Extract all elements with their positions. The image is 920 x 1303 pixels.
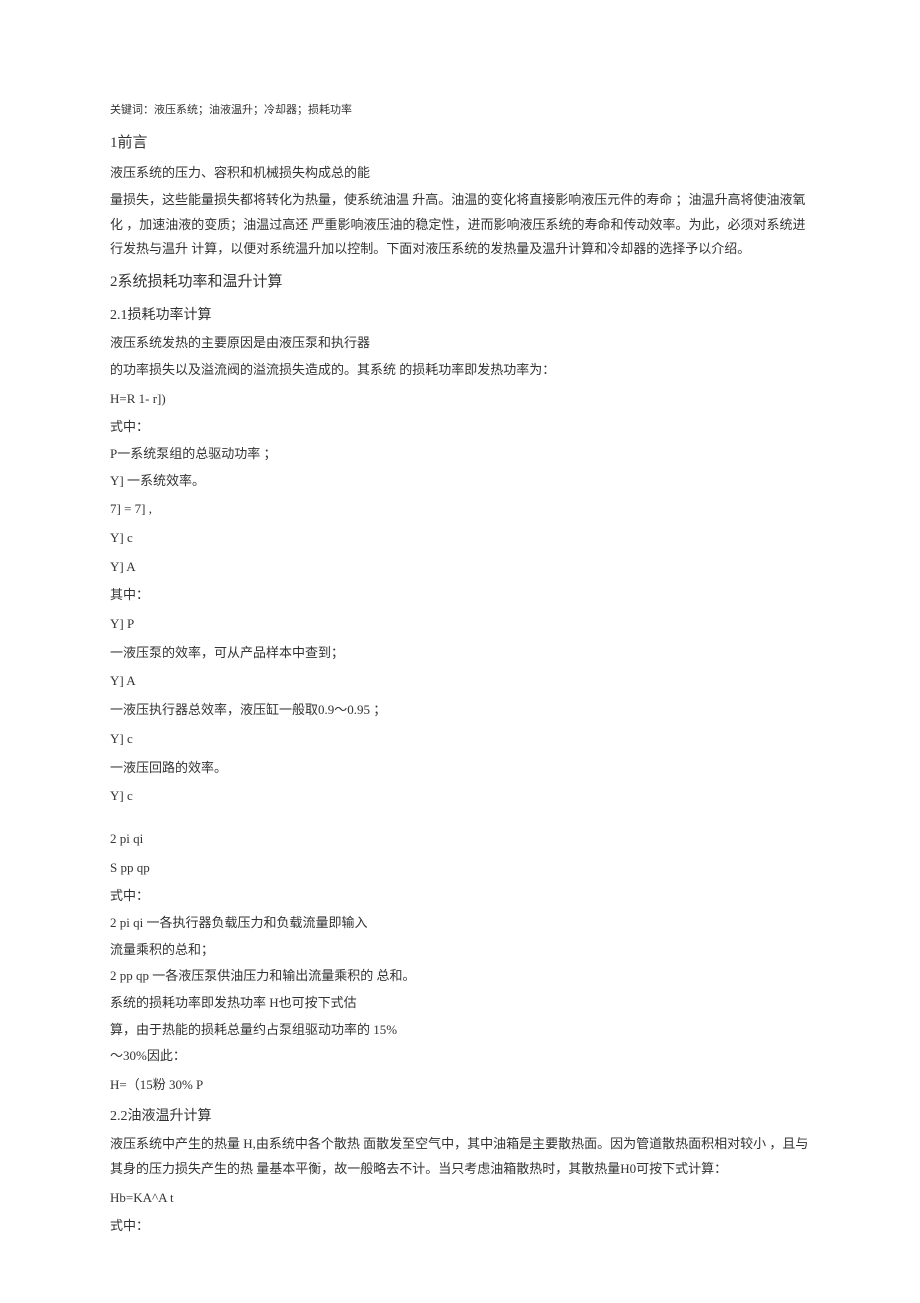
s21-f9: Y] P: [110, 612, 810, 637]
s21-p4: 算，由于热能的损耗总量约占泵组驱动功率的 15%: [110, 1018, 810, 1043]
s21-f17: S pp qp: [110, 856, 810, 881]
s21-f14: 一液压回路的效率。: [110, 756, 810, 781]
s21-f12: 一液压执行器总效率，液压缸一般取0.9〜0.95 ；: [110, 698, 810, 723]
section-2-1-title: 2.1损耗功率计算: [110, 303, 810, 330]
s21-f16: 2 pi qi: [110, 827, 810, 852]
s21-f8: 其中：: [110, 583, 810, 608]
section-1-title: 1前言: [110, 129, 810, 158]
s21-p3: 系统的损耗功率即发热功率 H也可按下式估: [110, 991, 810, 1016]
s21-f7: Y] A: [110, 555, 810, 580]
keywords-line: 关键词：液压系统；油液温升；冷却器；损耗功率: [110, 100, 810, 121]
s21-f3: P一系统泵组的总驱动功率 ；: [110, 442, 810, 467]
s21-f11: Y] A: [110, 669, 810, 694]
s22-f2: 式中：: [110, 1214, 810, 1239]
s21-f20: 流量乘积的总和；: [110, 938, 810, 963]
s21-f4: Y] 一系统效率。: [110, 469, 810, 494]
section-1-p1: 液压系统的压力、容积和机械损失构成总的能: [110, 161, 810, 186]
s21-f10: 一液压泵的效率，可从产品样本中查到；: [110, 641, 810, 666]
spacer: [110, 813, 810, 823]
s21-p5: 〜30%因此：: [110, 1044, 810, 1069]
s21-f1: H=R 1- r]): [110, 387, 810, 412]
s21-f18: 式中：: [110, 884, 810, 909]
s22-f1: Hb=KA^A t: [110, 1186, 810, 1211]
s21-p2: 的功率损失以及溢流阀的溢流损失造成的。其系统 的损耗功率即发热功率为：: [110, 358, 810, 383]
s22-p1: 液压系统中产生的热量 H,由系统中各个散热 面散发至空气中，其中油箱是主要散热面…: [110, 1132, 810, 1181]
s21-f21: 2 pp qp 一各液压泵供油压力和输出流量乘积的 总和。: [110, 964, 810, 989]
section-2-title: 2系统损耗功率和温升计算: [110, 268, 810, 297]
s21-f13: Y] c: [110, 727, 810, 752]
s21-f19: 2 pi qi 一各执行器负载压力和负载流量即输入: [110, 911, 810, 936]
s21-f2: 式中：: [110, 415, 810, 440]
section-1-p2: 量损失，这些能量损失都将转化为热量，使系统油温 升高。油温的变化将直接影响液压元…: [110, 188, 810, 262]
section-2-2-title: 2.2油液温升计算: [110, 1104, 810, 1131]
s21-p1: 液压系统发热的主要原因是由液压泵和执行器: [110, 331, 810, 356]
s21-f22: H=（15粉 30% P: [110, 1073, 810, 1098]
s21-f15: Y] c: [110, 784, 810, 809]
s21-f6: Y] c: [110, 526, 810, 551]
s21-f5: 7] = 7] ,: [110, 497, 810, 522]
